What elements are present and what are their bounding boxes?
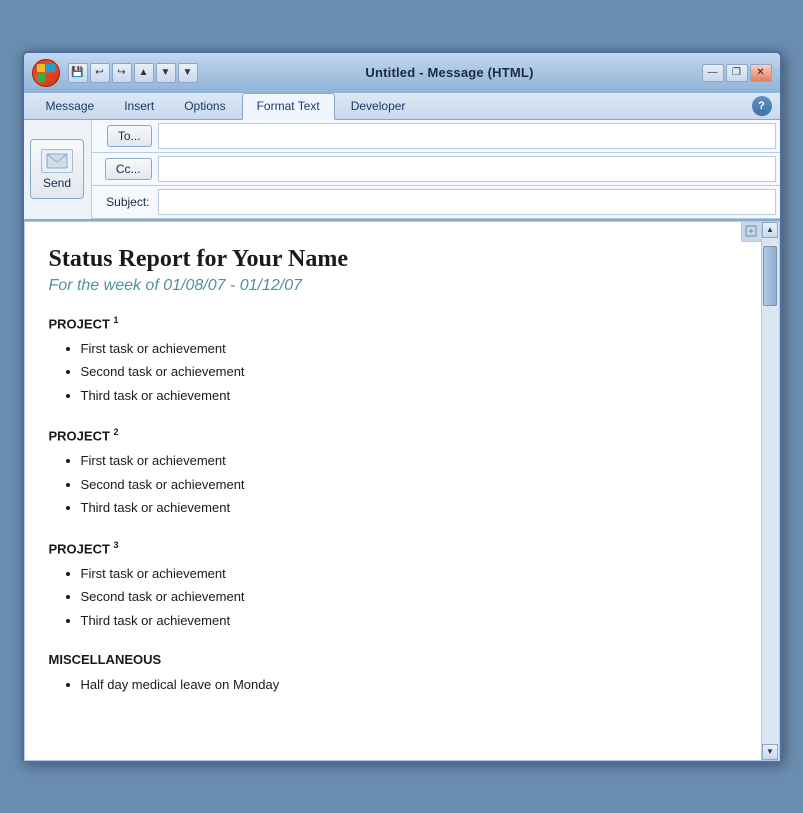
scroll-thumb[interactable] [763, 246, 777, 306]
scroll-track[interactable] [762, 238, 778, 744]
list-item: First task or achievement [81, 449, 729, 472]
list-item: Second task or achievement [81, 360, 729, 383]
subject-input[interactable] [158, 189, 776, 215]
outlook-window: 💾 ↩ ↪ ▲ ▼ ▼ Untitled - Message (HTML) — … [22, 51, 782, 763]
to-input[interactable] [158, 123, 776, 149]
office-logo [37, 64, 55, 82]
logo-q2 [46, 64, 55, 73]
up-button[interactable]: ▲ [134, 63, 154, 83]
project-section-1: PROJECT 1 First task or achievement Seco… [49, 315, 729, 408]
minimize-button[interactable]: — [702, 64, 724, 82]
close-button[interactable]: ✕ [750, 64, 772, 82]
miscellaneous-section: MISCELLANEOUS Half day medical leave on … [49, 652, 729, 696]
project-1-heading: PROJECT 1 [49, 315, 729, 331]
down-button[interactable]: ▼ [156, 63, 176, 83]
tab-message[interactable]: Message [32, 94, 109, 119]
title-bar-left: 💾 ↩ ↪ ▲ ▼ ▼ [32, 59, 198, 87]
compose-header: Send To... Cc... Subject: [24, 120, 780, 221]
list-item: First task or achievement [81, 337, 729, 360]
cc-button[interactable]: Cc... [105, 158, 152, 180]
list-item: Third task or achievement [81, 496, 729, 519]
cc-button-container: Cc... [92, 158, 158, 180]
send-button-column: Send [24, 120, 92, 219]
logo-q3 [37, 73, 46, 82]
tab-options[interactable]: Options [170, 94, 239, 119]
redo-button[interactable]: ↪ [112, 63, 132, 83]
email-body-container: ▲ ▼ Status Report for Your Name For the … [24, 221, 780, 761]
envelope-icon [46, 153, 68, 169]
cc-input[interactable] [158, 156, 776, 182]
list-item: Second task or achievement [81, 473, 729, 496]
corner-icon [741, 222, 761, 242]
project-2-tasks: First task or achievement Second task or… [49, 449, 729, 519]
email-title: Status Report for Your Name [49, 246, 729, 273]
ribbon-tabs: Message Insert Options Format Text Devel… [24, 93, 780, 119]
list-item: Half day medical leave on Monday [81, 673, 729, 696]
project-2-heading: PROJECT 2 [49, 427, 729, 443]
tab-format-text[interactable]: Format Text [242, 93, 335, 120]
project-section-3: PROJECT 3 First task or achievement Seco… [49, 540, 729, 633]
send-button[interactable]: Send [30, 139, 84, 199]
logo-q4 [46, 73, 55, 82]
quick-access-toolbar: 💾 ↩ ↪ ▲ ▼ ▼ [68, 63, 198, 83]
window-controls: — ❐ ✕ [702, 64, 772, 82]
project-3-tasks: First task or achievement Second task or… [49, 562, 729, 632]
expand-button[interactable]: ▼ [178, 63, 198, 83]
restore-button[interactable]: ❐ [726, 64, 748, 82]
email-subtitle: For the week of 01/08/07 - 01/12/07 [49, 277, 729, 295]
list-item: Third task or achievement [81, 384, 729, 407]
subject-label: Subject: [92, 195, 158, 209]
cc-field-row: Cc... [92, 153, 780, 186]
project-section-2: PROJECT 2 First task or achievement Seco… [49, 427, 729, 520]
project-3-heading: PROJECT 3 [49, 540, 729, 556]
corner-expand-icon [745, 225, 757, 237]
logo-q1 [37, 64, 46, 73]
tab-developer[interactable]: Developer [337, 94, 420, 119]
send-label: Send [43, 176, 71, 190]
list-item: Second task or achievement [81, 585, 729, 608]
window-title: Untitled - Message (HTML) [204, 65, 696, 80]
scroll-down-button[interactable]: ▼ [762, 744, 778, 760]
miscellaneous-heading: MISCELLANEOUS [49, 652, 729, 667]
title-bar: 💾 ↩ ↪ ▲ ▼ ▼ Untitled - Message (HTML) — … [24, 53, 780, 93]
project-1-tasks: First task or achievement Second task or… [49, 337, 729, 407]
list-item: Third task or achievement [81, 609, 729, 632]
save-button[interactable]: 💾 [68, 63, 88, 83]
miscellaneous-tasks: Half day medical leave on Monday [49, 673, 729, 696]
email-body: Status Report for Your Name For the week… [25, 222, 761, 741]
subject-row: Subject: [92, 186, 780, 219]
send-icon [41, 149, 73, 173]
to-button[interactable]: To... [107, 125, 152, 147]
to-field-row: To... [92, 120, 780, 153]
to-button-container: To... [92, 125, 158, 147]
tab-insert[interactable]: Insert [110, 94, 168, 119]
ribbon: Message Insert Options Format Text Devel… [24, 93, 780, 120]
scroll-up-button[interactable]: ▲ [762, 222, 778, 238]
undo-button[interactable]: ↩ [90, 63, 110, 83]
office-button[interactable] [32, 59, 60, 87]
scrollbar[interactable]: ▲ ▼ [761, 222, 779, 760]
help-button[interactable]: ? [752, 96, 772, 116]
list-item: First task or achievement [81, 562, 729, 585]
address-fields: To... Cc... Subject: [92, 120, 780, 219]
